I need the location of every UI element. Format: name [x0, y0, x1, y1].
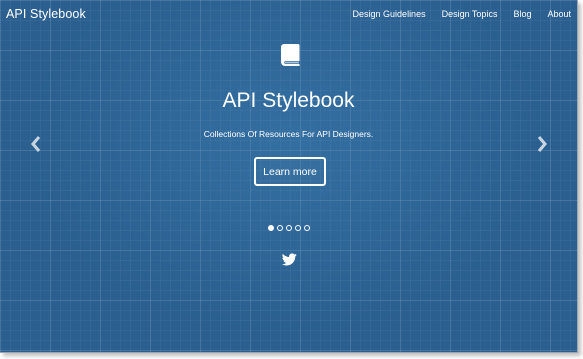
nav-link-design-topics[interactable]: Design Topics	[442, 9, 498, 19]
carousel-next-button[interactable]	[535, 134, 549, 154]
carousel-indicator-2[interactable]	[277, 225, 283, 231]
book-icon	[281, 44, 300, 66]
carousel-indicator-3[interactable]	[286, 225, 292, 231]
brand-link[interactable]: API Stylebook	[6, 7, 86, 21]
carousel-indicator-4[interactable]	[295, 225, 301, 231]
chevron-left-icon	[31, 136, 41, 152]
carousel-prev-button[interactable]	[29, 134, 43, 154]
chevron-right-icon	[537, 136, 547, 152]
carousel-indicator-5[interactable]	[304, 225, 310, 231]
nav-link-blog[interactable]: Blog	[513, 9, 531, 19]
navbar: API Stylebook Design Guidelines Design T…	[0, 0, 577, 30]
hero-subtitle: Collections Of Resources For API Designe…	[203, 129, 374, 139]
hero-title: API Stylebook	[222, 89, 355, 112]
nav-link-about[interactable]: About	[547, 9, 571, 19]
carousel-indicators	[268, 225, 310, 231]
nav-links: Design Guidelines Design Topics Blog Abo…	[337, 9, 571, 19]
carousel-indicator-1[interactable]	[268, 225, 274, 231]
learn-more-button[interactable]: Learn more	[254, 157, 326, 186]
twitter-icon[interactable]	[282, 253, 297, 266]
hero-section: API Stylebook Design Guidelines Design T…	[0, 0, 578, 353]
nav-link-design-guidelines[interactable]: Design Guidelines	[353, 9, 426, 19]
